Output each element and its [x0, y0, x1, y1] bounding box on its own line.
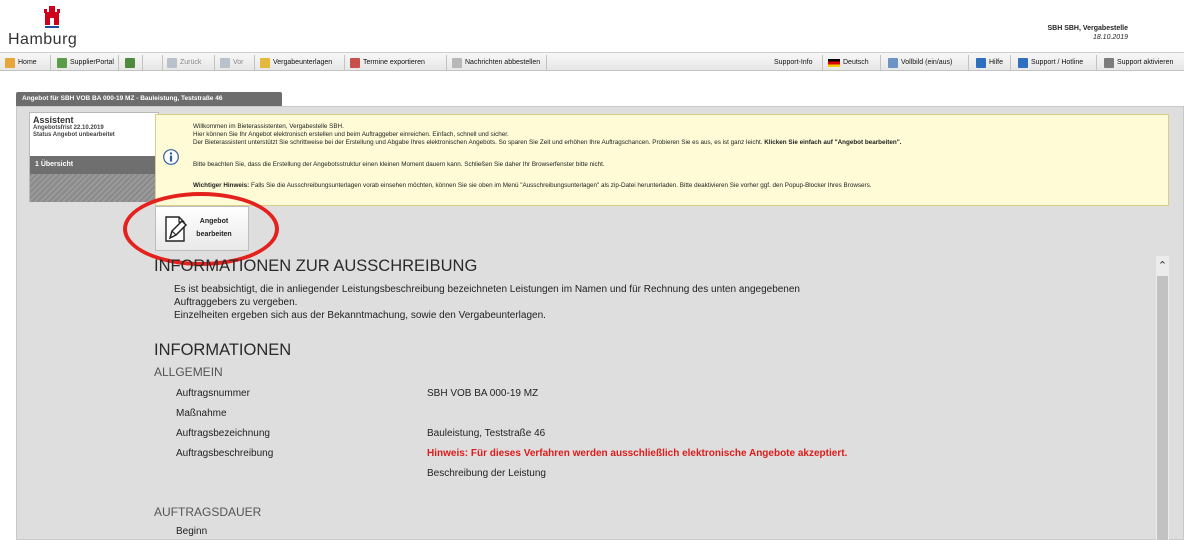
info-welcome: Willkommen im Bieterassistenten, Vergabe…	[193, 123, 344, 130]
refresh-button[interactable]	[125, 56, 135, 69]
offer-deadline: Angebotsfrist 22.10.2019	[33, 125, 104, 131]
user-name: SBH SBH, Vergabestelle	[1047, 25, 1128, 32]
back-button[interactable]: Zurück	[167, 56, 201, 69]
unsubscribe-label: Nachrichten abbestellen	[465, 59, 541, 66]
calendar-icon	[350, 57, 360, 68]
fullscreen-label: Vollbild (ein/aus)	[901, 59, 953, 66]
forward-button[interactable]: Vor	[220, 56, 244, 69]
support-info-button[interactable]: Support-Info	[774, 56, 813, 69]
section-general: ALLGEMEIN	[154, 365, 223, 379]
table-row: Beginn	[148, 522, 1148, 540]
scrollbar-thumb[interactable]	[1157, 276, 1168, 540]
user-info: SBH SBH, Vergabestelle 18.10.2019	[1047, 24, 1128, 42]
back-icon	[167, 57, 177, 68]
home-label: Home	[18, 59, 37, 66]
activate-support-label: Support aktivieren	[1117, 59, 1174, 66]
intro-paragraph-1: Es ist beabsichtigt, die in anliegender …	[174, 284, 800, 295]
info-line-2: Hier können Sie Ihr Angebot elektronisch…	[193, 131, 509, 138]
toolbar: Home SupplierPortal Zurück Vor Vergabeun…	[0, 52, 1184, 71]
row-label: Auftragsbezeichnung	[176, 428, 270, 439]
info-hint-label: Wichtiger Hinweis:	[193, 182, 250, 189]
fullscreen-button[interactable]: Vollbild (ein/aus)	[888, 56, 952, 69]
section-title-info: INFORMATIONEN	[154, 341, 292, 359]
unsubscribe-icon	[452, 57, 462, 68]
supplier-portal-label: SupplierPortal	[70, 59, 114, 66]
home-icon	[5, 57, 15, 68]
table-row: Auftragsnummer SBH VOB BA 000-19 MZ	[148, 384, 1148, 404]
info-line-3: Der Bieterassistent unterstützt Sie schr…	[193, 139, 901, 147]
refresh-icon	[125, 57, 135, 68]
scroll-up-chevron-icon[interactable]: ⌃	[1156, 260, 1169, 273]
row-label: Maßnahme	[176, 408, 227, 419]
home-button[interactable]: Home	[5, 56, 37, 69]
info-line-4: Bitte beachten Sie, dass die Erstellung …	[193, 161, 605, 168]
supplier-portal-button[interactable]: SupplierPortal	[57, 56, 114, 69]
electronic-only-notice: Hinweis: Für dieses Verfahren werden aus…	[427, 448, 848, 459]
assistant-nav-background	[30, 174, 158, 202]
assistant-panel: Assistent Angebotsfrist 22.10.2019 Statu…	[29, 112, 159, 202]
documents-icon	[260, 57, 270, 68]
tab-offer[interactable]: Angebot für SBH VOB BA 000-19 MZ - Baule…	[16, 92, 282, 106]
table-row: Beschreibung der Leistung	[148, 464, 1148, 484]
fullscreen-icon	[888, 57, 898, 68]
activate-support-button[interactable]: Support aktivieren	[1104, 56, 1173, 69]
info-icon	[163, 149, 179, 165]
info-message: Willkommen im Bieterassistenten, Vergabe…	[155, 114, 1169, 206]
back-label: Zurück	[180, 59, 202, 66]
app-header: Hamburg SBH SBH, Vergabestelle 18.10.201…	[0, 0, 1184, 52]
current-date: 18.10.2019	[1092, 34, 1128, 41]
intro-paragraph-3: Einzelheiten ergeben sich aus der Bekann…	[174, 310, 546, 321]
hotline-button[interactable]: Support / Hotline	[1018, 56, 1083, 69]
row-label: Auftragsnummer	[176, 388, 250, 399]
section-duration: AUFTRAGSDAUER	[154, 505, 262, 519]
row-label: Auftragsbeschreibung	[176, 448, 274, 459]
assistant-title: Assistent	[33, 115, 74, 125]
forward-label: Vor	[233, 59, 244, 66]
row-value: Beschreibung der Leistung	[427, 468, 546, 479]
forward-icon	[220, 57, 230, 68]
info-line-3-text: Der Bieterassistent unterstützt Sie schr…	[193, 139, 765, 146]
offer-status: Status Angebot unbearbeitet	[33, 132, 115, 138]
support-icon	[1104, 57, 1114, 68]
help-label: Hilfe	[989, 59, 1004, 66]
help-icon	[976, 57, 986, 68]
city-name: Hamburg	[8, 31, 78, 48]
info-hint: Wichtiger Hinweis: Falls Sie die Ausschr…	[193, 182, 872, 190]
unsubscribe-button[interactable]: Nachrichten abbestellen	[452, 56, 540, 69]
export-dates-label: Termine exportieren	[363, 59, 425, 66]
table-row: Auftragsbeschreibung Hinweis: Für dieses…	[148, 444, 1148, 464]
row-value: SBH VOB BA 000-19 MZ	[427, 388, 539, 399]
portal-icon	[57, 57, 67, 68]
row-value: Bauleistung, Teststraße 46	[427, 428, 546, 439]
help-button[interactable]: Hilfe	[976, 56, 1003, 69]
section-title-tender-info: INFORMATIONEN ZUR AUSSCHREIBUNG	[154, 257, 478, 275]
hotline-label: Support / Hotline	[1031, 59, 1084, 66]
support-info-label: Support-Info	[774, 59, 813, 66]
info-hint-text: Falls Sie die Ausschreibungsunterlagen v…	[249, 182, 872, 189]
tender-docs-label: Vergabeunterlagen	[273, 59, 333, 66]
table-row: Auftragsbezeichnung Bauleistung, Teststr…	[148, 424, 1148, 444]
nav-item-overview[interactable]: 1 Übersicht	[30, 156, 158, 174]
german-flag-icon	[828, 58, 840, 67]
intro-paragraph-2: Auftraggebers zu vergeben.	[174, 297, 298, 308]
export-dates-button[interactable]: Termine exportieren	[350, 56, 425, 69]
castle-icon	[44, 6, 60, 28]
hotline-icon	[1018, 57, 1028, 68]
hamburg-logo[interactable]: Hamburg	[8, 2, 98, 50]
language-button[interactable]: Deutsch	[828, 56, 869, 69]
tender-details: INFORMATIONEN ZUR AUSSCHREIBUNG Es ist b…	[148, 254, 1156, 540]
row-label: Beginn	[176, 526, 208, 537]
table-row: Maßnahme	[148, 404, 1148, 424]
info-line-3-bold: Klicken Sie einfach auf "Angebot bearbei…	[764, 139, 902, 146]
language-label: Deutsch	[843, 59, 869, 66]
tender-docs-button[interactable]: Vergabeunterlagen	[260, 56, 332, 69]
